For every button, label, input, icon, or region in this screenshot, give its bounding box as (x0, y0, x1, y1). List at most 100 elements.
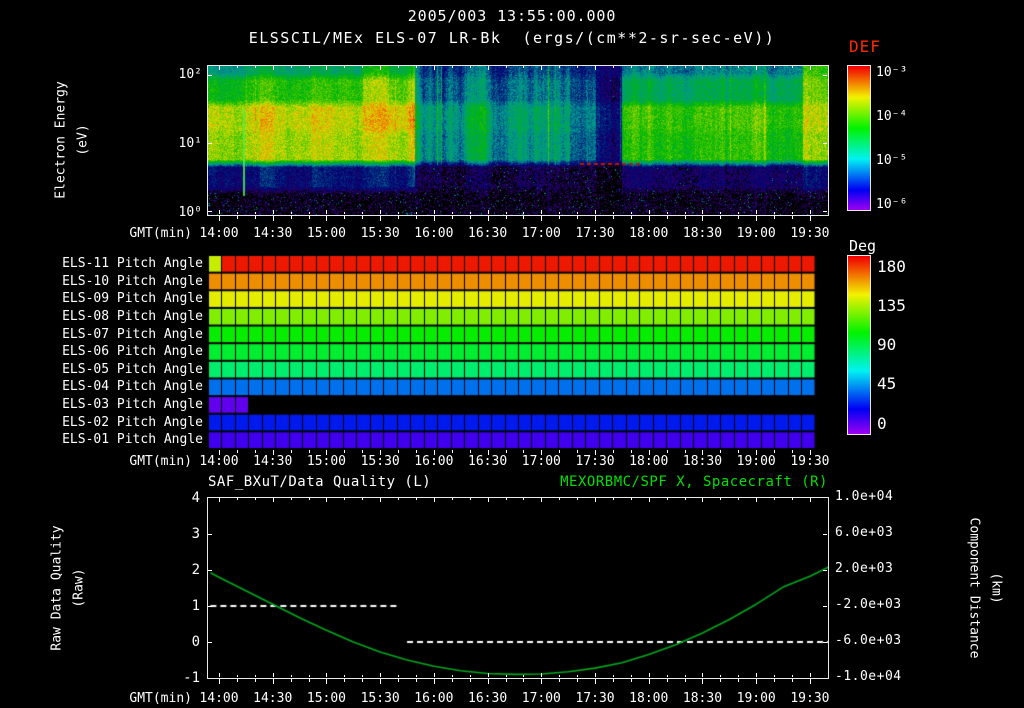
axis-tick (362, 675, 363, 677)
axis-tick (208, 75, 212, 76)
axis-tick (595, 216, 596, 221)
axis-tick (506, 212, 507, 214)
time-tick-label: 19:30 (790, 454, 830, 469)
axis-tick (309, 679, 310, 682)
time-tick-label: 14:30 (253, 226, 293, 241)
axis-tick (756, 498, 757, 502)
axis-tick (738, 675, 739, 677)
gmt-axis-label-top: GMT(min) (129, 226, 192, 241)
axis-tick (452, 679, 453, 682)
energy-tick-label: 10² (178, 67, 202, 82)
axis-tick (738, 212, 739, 214)
page-title: 2005/003 13:55:00.000 (407, 7, 617, 25)
axis-tick (613, 66, 614, 68)
axis-tick (631, 679, 632, 682)
pitch-row-label: ELS-02 Pitch Angle (62, 415, 203, 430)
quality-tick-label: 1 (191, 598, 200, 614)
distance-y-label-units: (km) (988, 572, 1004, 604)
pitch-row-label: ELS-09 Pitch Angle (62, 291, 203, 306)
axis-tick (344, 212, 345, 214)
axis-tick (720, 679, 721, 682)
axis-tick (667, 216, 668, 219)
time-tick-label: 15:30 (360, 691, 400, 706)
axis-tick (792, 212, 793, 214)
axis-tick (237, 66, 238, 68)
axis-tick (559, 450, 560, 453)
axis-tick (523, 66, 524, 68)
axis-tick (595, 450, 596, 455)
axis-tick (667, 66, 668, 68)
axis-tick (810, 210, 811, 214)
axis-tick (237, 679, 238, 682)
pitch-row-label: ELS-06 Pitch Angle (62, 344, 203, 359)
axis-tick (291, 679, 292, 682)
axis-tick (398, 212, 399, 214)
axis-tick (649, 66, 650, 70)
axis-tick (649, 450, 650, 455)
time-tick-label: 16:00 (414, 454, 454, 469)
axis-tick (541, 450, 542, 455)
axis-tick (720, 498, 721, 500)
axis-tick (756, 210, 757, 214)
axis-tick (416, 66, 417, 68)
axis-tick (702, 216, 703, 221)
axis-tick (291, 212, 292, 214)
axis-tick (595, 673, 596, 677)
axis-tick (631, 675, 632, 677)
axis-tick (488, 216, 489, 221)
axis-tick (595, 210, 596, 214)
axis-tick (702, 66, 703, 70)
axis-tick (452, 498, 453, 500)
time-tick-label: 15:30 (360, 454, 400, 469)
axis-tick (559, 212, 560, 214)
axis-tick (774, 212, 775, 214)
axis-tick (541, 679, 542, 684)
axis-tick (380, 210, 381, 214)
axis-tick (631, 450, 632, 453)
axis-tick (326, 66, 327, 70)
quality-y-label-units: (Raw) (71, 568, 87, 608)
axis-tick (488, 673, 489, 677)
axis-tick (470, 66, 471, 68)
axis-tick (255, 216, 256, 219)
axis-tick (613, 216, 614, 219)
axis-tick (380, 216, 381, 221)
axis-tick (291, 675, 292, 677)
axis-tick (649, 679, 650, 684)
time-tick-label: 17:00 (521, 226, 561, 241)
spacecraft-right-title: MEXORBMC/SPF X, Spacecraft (R) (560, 474, 828, 490)
axis-tick (720, 675, 721, 677)
axis-tick (613, 675, 614, 677)
axis-tick (685, 216, 686, 219)
axis-tick (488, 66, 489, 70)
time-tick-label: 15:00 (306, 454, 347, 469)
time-tick-label: 16:30 (468, 691, 508, 706)
axis-tick (380, 66, 381, 70)
axis-tick (810, 216, 811, 221)
time-tick-label: 18:30 (682, 226, 723, 241)
time-tick-label: 19:00 (736, 226, 776, 241)
axis-tick (326, 216, 327, 221)
axis-tick (208, 606, 212, 607)
axis-tick (559, 216, 560, 219)
axis-tick (792, 66, 793, 68)
time-tick-label: 18:30 (682, 454, 723, 469)
axis-tick (667, 450, 668, 453)
axis-tick (309, 450, 310, 453)
axis-tick (774, 450, 775, 453)
axis-tick (559, 679, 560, 682)
axis-tick (362, 498, 363, 500)
def-tick-label: 10⁻⁵ (876, 153, 908, 168)
deg-colorbar-title: Deg (849, 237, 877, 255)
pitch-row-label: ELS-05 Pitch Angle (62, 362, 203, 377)
axis-tick (595, 498, 596, 502)
axis-tick (738, 66, 739, 68)
time-tick-label: 17:00 (521, 454, 561, 469)
axis-tick (595, 66, 596, 70)
axis-tick (237, 212, 238, 214)
energy-tick-label: 10¹ (178, 136, 202, 151)
axis-tick (416, 216, 417, 219)
time-tick-label: 14:00 (199, 226, 239, 241)
axis-tick (326, 498, 327, 502)
axis-tick (255, 679, 256, 682)
